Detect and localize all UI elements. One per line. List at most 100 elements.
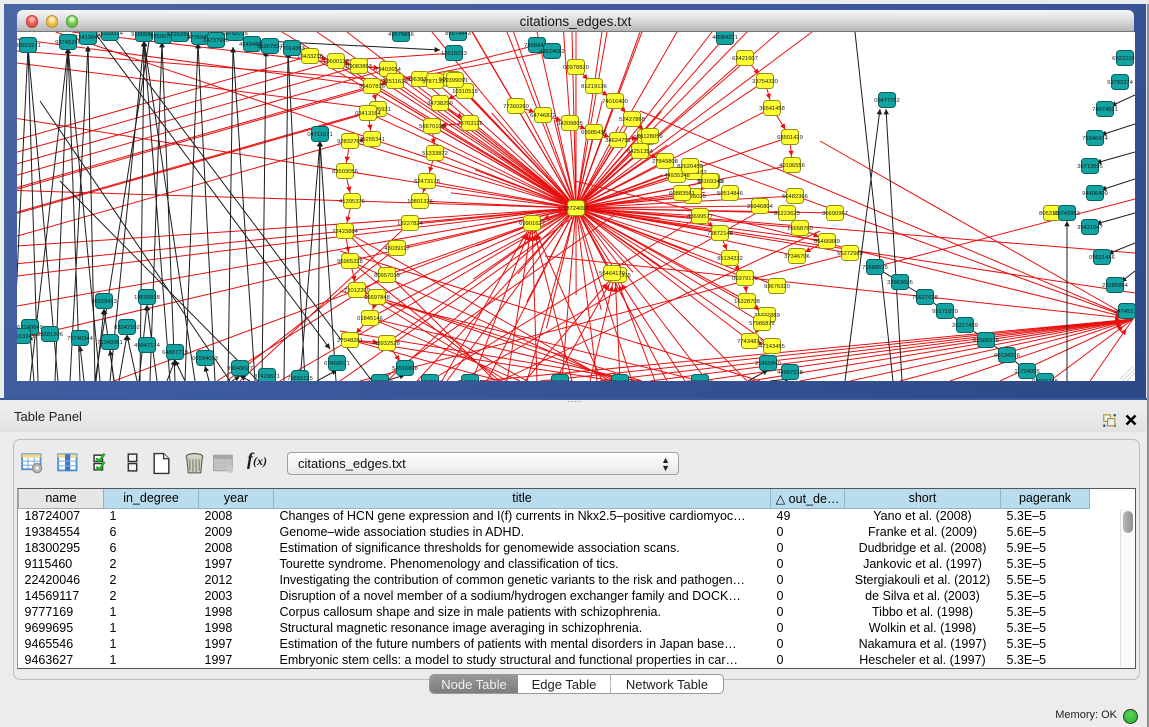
svg-text:99049027: 99049027 [227,366,253,372]
svg-text:83503056: 83503056 [332,169,358,175]
svg-text:39421047: 39421047 [1077,225,1103,231]
svg-text:18724007: 18724007 [563,206,589,212]
svg-text:60883561: 60883561 [669,191,695,197]
svg-text:04711671: 04711671 [307,132,332,138]
svg-text:10310518: 10310518 [452,89,478,95]
svg-text:56464170: 56464170 [599,271,625,277]
svg-text:09477752: 09477752 [874,98,900,104]
svg-text:01845146: 01845146 [357,316,383,322]
svg-text:52427868: 52427868 [619,117,645,123]
svg-text:82620450: 82620450 [677,164,703,170]
svg-text:75655125: 75655125 [287,376,313,381]
svg-text:36690967: 36690967 [822,211,848,217]
svg-text:61586578: 61586578 [973,338,999,344]
svg-text:33963605: 33963605 [887,280,913,286]
svg-text:08613171: 08613171 [547,380,573,381]
svg-text:26217459: 26217459 [952,323,978,329]
svg-text:37346706: 37346706 [784,254,810,260]
svg-text:44997278: 44997278 [777,370,803,376]
svg-text:89083863: 89083863 [346,64,372,70]
svg-text:34309805: 34309805 [557,121,583,127]
svg-text:77014363: 77014363 [279,46,305,52]
svg-text:49947174: 49947174 [134,343,161,349]
svg-text:67468071: 67468071 [324,361,350,367]
svg-text:83242102: 83242102 [114,325,140,331]
svg-text:79402654: 79402654 [375,67,402,73]
svg-text:54516808: 54516808 [392,366,418,372]
svg-text:36541458: 36541458 [759,106,785,112]
svg-text:16658760: 16658760 [787,226,813,232]
svg-text:16328708: 16328708 [734,299,760,305]
svg-text:37826398: 37826398 [687,380,713,381]
svg-text:05466889: 05466889 [814,239,840,245]
svg-text:95171870: 95171870 [932,309,958,315]
svg-text:19600133: 19600133 [323,59,349,65]
svg-text:19399091: 19399091 [442,78,468,84]
svg-text:40196556: 40196556 [779,163,805,169]
svg-text:43039117: 43039117 [384,246,409,252]
svg-text:66319314: 66319314 [97,32,124,37]
svg-text:49578856: 49578856 [388,32,414,38]
svg-text:74074821: 74074821 [1092,107,1118,113]
svg-text:48932528: 48932528 [374,341,400,347]
svg-text:59407816: 59407816 [359,84,385,90]
svg-text:43524082: 43524082 [539,49,565,55]
svg-text:57986872: 57986872 [749,321,775,327]
svg-text:40084271: 40084271 [712,35,738,41]
svg-text:74016400: 74016400 [602,99,628,105]
svg-text:41395376: 41395376 [339,199,365,205]
svg-text:29946804: 29946804 [747,204,774,210]
svg-text:94406409: 94406409 [1082,191,1108,197]
svg-text:04556238: 04556238 [1032,379,1058,381]
svg-text:73763116: 73763116 [457,121,482,127]
svg-text:33754330: 33754330 [752,79,778,85]
svg-text:18699938: 18699938 [134,295,160,301]
svg-text:64746872: 64746872 [530,113,556,119]
svg-text:27048281: 27048281 [337,338,363,344]
svg-text:23285884: 23285884 [1102,283,1129,289]
svg-text:71012269: 71012269 [344,288,370,294]
svg-text:34738299: 34738299 [427,101,453,107]
svg-text:27484677: 27484677 [607,380,633,381]
svg-text:96965328: 96965328 [337,259,363,265]
svg-text:09521456: 09521456 [1089,255,1115,261]
svg-text:76038597: 76038597 [367,380,393,381]
svg-text:10433218: 10433218 [297,54,323,60]
svg-text:00978820: 00978820 [563,65,589,71]
svg-text:23511615: 23511615 [382,79,407,85]
svg-text:00379176: 00379176 [732,276,758,282]
svg-text:23281206: 23281206 [37,332,63,338]
svg-text:77360260: 77360260 [503,104,529,110]
svg-text:50752735: 50752735 [222,32,248,37]
svg-text:27849808: 27849808 [652,159,678,165]
svg-text:56272980: 56272980 [837,251,863,257]
svg-text:75588675: 75588675 [862,265,888,271]
svg-text:01128059: 01128059 [637,134,662,140]
svg-text:75255341: 75255341 [359,137,385,143]
svg-text:81223623: 81223623 [774,211,800,217]
svg-text:21465840: 21465840 [755,361,781,367]
svg-text:14737996: 14737996 [203,38,229,44]
svg-text:92832764: 92832764 [337,139,364,145]
svg-text:09134316: 09134316 [994,353,1020,359]
svg-text:85574443: 85574443 [445,32,471,37]
svg-text:81219136: 81219136 [581,84,607,90]
svg-text:09743953: 09743953 [1054,211,1080,217]
svg-text:69901627: 69901627 [519,221,545,227]
svg-text:87429671: 87429671 [254,374,280,380]
svg-text:16697848: 16697848 [364,295,390,301]
svg-text:90913341: 90913341 [17,334,35,340]
svg-text:51333872: 51333872 [422,151,448,157]
svg-text:98169340: 98169340 [697,179,723,185]
svg-text:30923271: 30923271 [17,43,41,49]
svg-text:90229413: 90229413 [91,299,117,305]
svg-text:06594013: 06594013 [192,356,218,362]
svg-text:79740344: 79740344 [67,336,94,342]
svg-text:68501429: 68501429 [777,135,803,141]
svg-text:11724005: 11724005 [1014,369,1039,375]
svg-text:72423884: 72423884 [332,229,359,235]
svg-text:24745171: 24745171 [1114,309,1135,315]
svg-text:69985435: 69985435 [581,130,607,136]
svg-text:73872148: 73872148 [707,231,733,237]
svg-text:84251354: 84251354 [627,149,654,155]
